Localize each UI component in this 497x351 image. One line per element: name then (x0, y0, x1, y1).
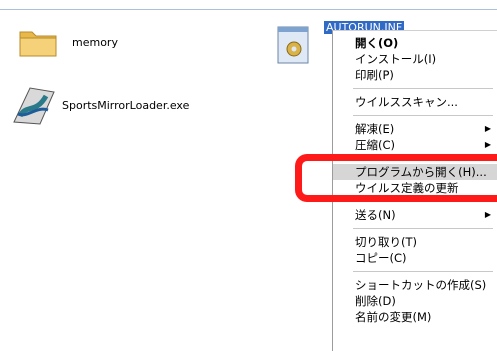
top-divider (0, 9, 497, 10)
menu-item-virus-definitions[interactable]: ウイルス定義の更新 (333, 180, 497, 196)
menu-item-send-to[interactable]: 送る(N) ▶ (333, 207, 497, 223)
menu-separator (353, 271, 493, 272)
menu-item-extract[interactable]: 解凍(E) ▶ (333, 121, 497, 137)
menu-separator (353, 228, 493, 229)
menu-item-rename[interactable]: 名前の変更(M) (333, 309, 497, 325)
menu-separator (353, 158, 493, 159)
context-menu: 開く(O) インストール(I) 印刷(P) ウイルススキャン... 解凍(E) … (332, 30, 497, 351)
menu-item-send-to-label: 送る(N) (355, 208, 396, 222)
menu-item-open-with[interactable]: プログラムから開く(H)... (333, 164, 497, 180)
exe-label: SportsMirrorLoader.exe (62, 98, 190, 112)
folder-label: memory (72, 35, 118, 49)
submenu-arrow-icon: ▶ (484, 210, 491, 219)
application-icon (13, 87, 55, 125)
menu-item-print[interactable]: 印刷(P) (333, 67, 497, 83)
submenu-arrow-icon: ▶ (484, 124, 491, 133)
menu-item-copy[interactable]: コピー(C) (333, 250, 497, 266)
menu-separator (353, 115, 493, 116)
menu-item-virus-scan[interactable]: ウイルススキャン... (333, 94, 497, 110)
menu-item-compress[interactable]: 圧縮(C) ▶ (333, 137, 497, 153)
menu-item-compress-label: 圧縮(C) (355, 138, 396, 152)
menu-item-delete[interactable]: 削除(D) (333, 293, 497, 309)
settings-file-icon (277, 26, 309, 64)
menu-separator (353, 88, 493, 89)
submenu-arrow-icon: ▶ (484, 140, 491, 149)
folder-icon (19, 31, 57, 57)
menu-separator (353, 201, 493, 202)
menu-item-create-shortcut[interactable]: ショートカットの作成(S) (333, 277, 497, 293)
menu-item-cut[interactable]: 切り取り(T) (333, 234, 497, 250)
menu-item-install[interactable]: インストール(I) (333, 51, 497, 67)
menu-item-open[interactable]: 開く(O) (333, 35, 497, 51)
folder-memory[interactable]: memory (18, 25, 118, 59)
exe-sportsmirrorloader[interactable]: SportsMirrorLoader.exe (10, 84, 189, 126)
menu-item-extract-label: 解凍(E) (355, 122, 395, 136)
